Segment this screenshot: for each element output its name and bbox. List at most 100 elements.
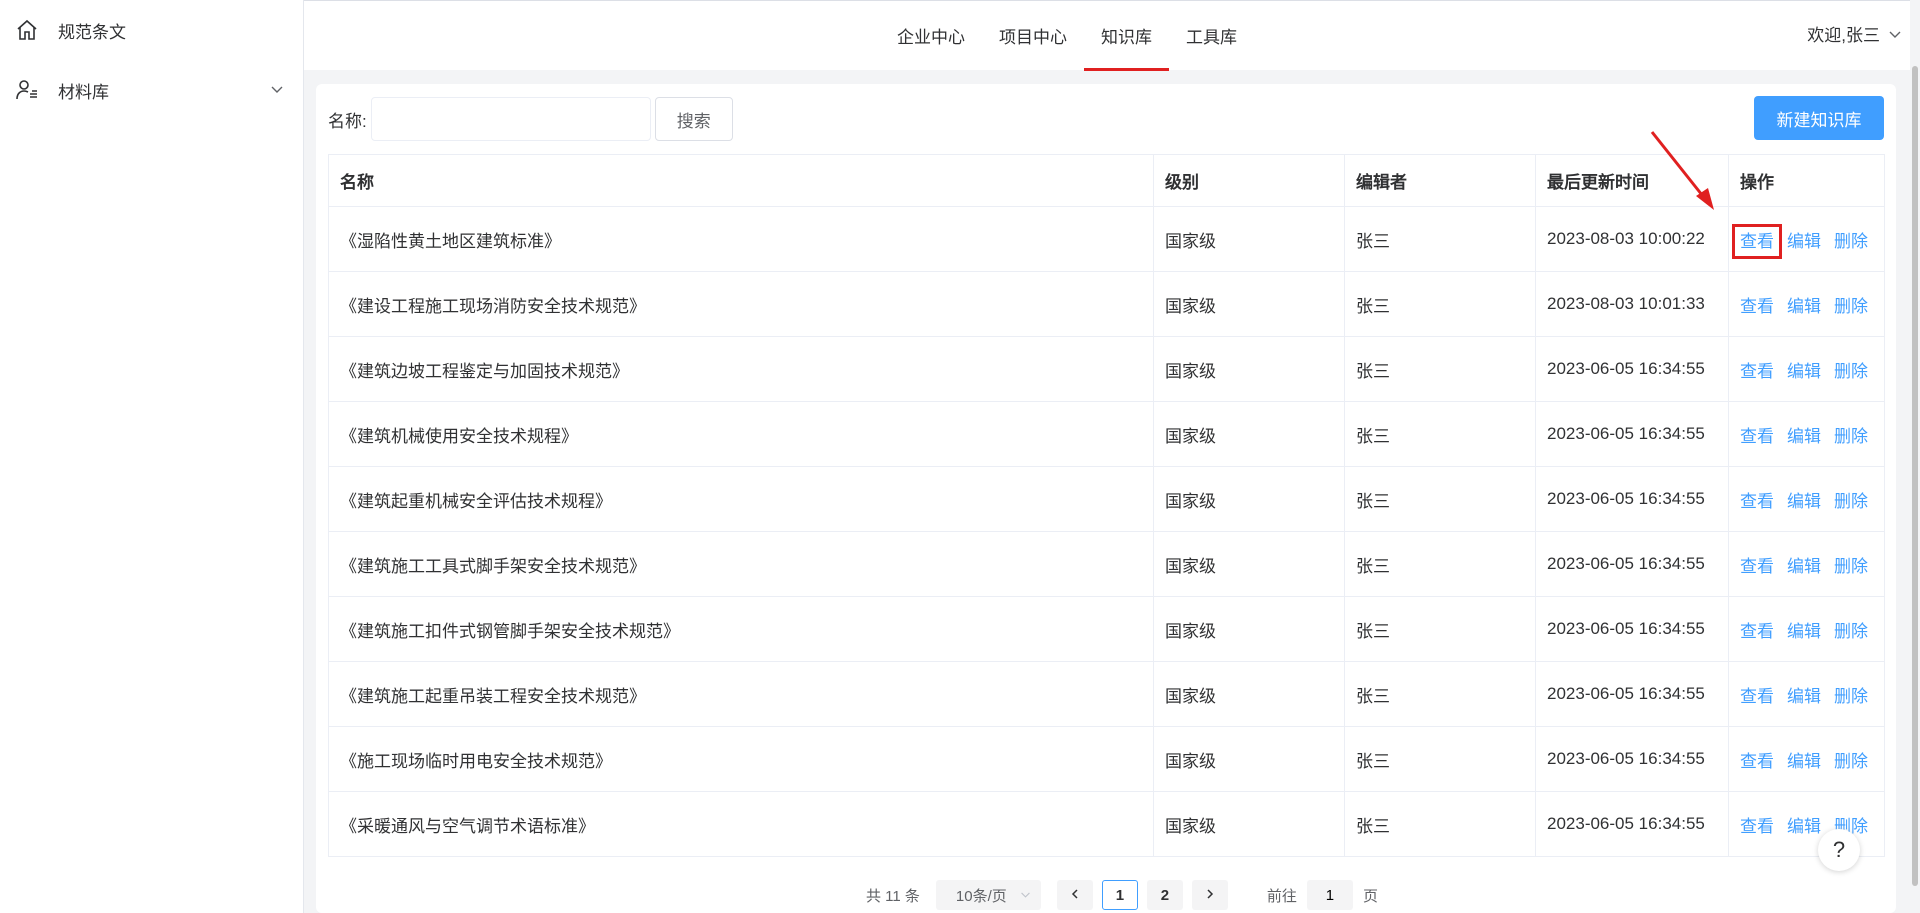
nav-project-center[interactable]: 项目中心 — [982, 1, 1084, 71]
search-label: 名称: — [328, 111, 367, 131]
cell-name: 《采暖通风与空气调节术语标准》 — [328, 791, 1154, 857]
nav-tool-library[interactable]: 工具库 — [1169, 1, 1254, 71]
user-list-icon — [14, 77, 40, 103]
view-link[interactable]: 查看 — [1740, 362, 1774, 381]
search-input[interactable] — [370, 97, 651, 141]
delete-link[interactable]: 删除 — [1834, 687, 1868, 706]
delete-link[interactable]: 删除 — [1834, 492, 1868, 511]
next-page-button[interactable] — [1191, 880, 1228, 910]
cell-updated: 2023-06-05 16:34:55 — [1535, 401, 1729, 467]
view-link[interactable]: 查看 — [1732, 223, 1782, 259]
edit-link[interactable]: 编辑 — [1787, 817, 1821, 836]
edit-link[interactable]: 编辑 — [1787, 622, 1821, 641]
delete-link[interactable]: 删除 — [1834, 427, 1868, 446]
table-row: 《建设工程施工现场消防安全技术规范》 国家级 张三 2023-08-03 10:01:… — [328, 271, 1885, 337]
sidebar-item-regulations[interactable]: 规范条文 — [0, 1, 304, 59]
sidebar: 规范条文 材料库 — [0, 0, 304, 913]
cell-actions: 查看 编辑 删除 — [1728, 596, 1885, 662]
page-button-1[interactable]: 1 — [1101, 880, 1138, 910]
cell-actions: 查看 编辑 删除 — [1728, 661, 1885, 727]
edit-link[interactable]: 编辑 — [1787, 362, 1821, 381]
delete-link[interactable]: 删除 — [1834, 557, 1868, 576]
cell-level: 国家级 — [1153, 791, 1345, 857]
pagination-total: 共 11 条 — [866, 887, 920, 905]
cell-editor: 张三 — [1344, 206, 1536, 272]
edit-link[interactable]: 编辑 — [1787, 752, 1821, 771]
cell-name: 《建筑边坡工程鉴定与加固技术规范》 — [328, 336, 1154, 402]
table-row: 《建筑施工工具式脚手架安全技术规范》 国家级 张三 2023-06-05 16:34:… — [328, 531, 1885, 597]
user-welcome-label: 欢迎,张三 — [1807, 26, 1880, 45]
delete-link[interactable]: 删除 — [1834, 622, 1868, 641]
cell-name: 《施工现场临时用电安全技术规范》 — [328, 726, 1154, 792]
chevron-down-icon — [1888, 0, 1902, 73]
cell-level: 国家级 — [1153, 596, 1345, 662]
goto-page: 前往 页 — [1267, 880, 1378, 910]
cell-updated: 2023-08-03 10:00:22 — [1535, 206, 1729, 272]
cell-actions: 查看 编辑 删除 — [1728, 531, 1885, 597]
view-link[interactable]: 查看 — [1740, 752, 1774, 771]
user-menu[interactable]: 欢迎,张三 — [1807, 1, 1902, 71]
table-row: 《采暖通风与空气调节术语标准》 国家级 张三 2023-06-05 16:34:55 查… — [328, 791, 1885, 857]
view-link[interactable]: 查看 — [1740, 622, 1774, 641]
prev-page-button[interactable] — [1056, 880, 1093, 910]
edit-link[interactable]: 编辑 — [1787, 557, 1821, 576]
edit-link[interactable]: 编辑 — [1787, 492, 1821, 511]
delete-link[interactable]: 删除 — [1834, 362, 1868, 381]
edit-link[interactable]: 编辑 — [1787, 232, 1821, 251]
cell-name: 《建设工程施工现场消防安全技术规范》 — [328, 271, 1154, 337]
page-button-2[interactable]: 2 — [1146, 880, 1183, 910]
cell-editor: 张三 — [1344, 336, 1536, 402]
edit-link[interactable]: 编辑 — [1787, 427, 1821, 446]
cell-updated: 2023-06-05 16:34:55 — [1535, 466, 1729, 532]
search-button[interactable]: 搜索 — [654, 97, 733, 141]
cell-actions: 查看 编辑 删除 — [1728, 401, 1885, 467]
view-link[interactable]: 查看 — [1740, 687, 1774, 706]
goto-page-input[interactable] — [1306, 880, 1353, 910]
cell-name: 《建筑施工起重吊装工程安全技术规范》 — [328, 661, 1154, 727]
cell-updated: 2023-06-05 16:34:55 — [1535, 661, 1729, 727]
sidebar-item-label: 材料库 — [58, 82, 109, 102]
cell-updated: 2023-06-05 16:34:55 — [1535, 791, 1729, 857]
page-size-select[interactable]: 10条/页 — [935, 880, 1041, 910]
cell-updated: 2023-06-05 16:34:55 — [1535, 596, 1729, 662]
help-button[interactable]: ? — [1818, 829, 1860, 871]
column-header-actions: 操作 — [1728, 154, 1885, 207]
chevron-down-icon[interactable] — [270, 82, 284, 101]
table-row: 《建筑施工扣件式钢管脚手架安全技术规范》 国家级 张三 2023-06-05 16:3… — [328, 596, 1885, 662]
table-row: 《建筑边坡工程鉴定与加固技术规范》 国家级 张三 2023-06-05 16:34:5… — [328, 336, 1885, 402]
cell-editor: 张三 — [1344, 466, 1536, 532]
delete-link[interactable]: 删除 — [1834, 752, 1868, 771]
view-link[interactable]: 查看 — [1740, 557, 1774, 576]
delete-link[interactable]: 删除 — [1834, 297, 1868, 316]
chevron-left-icon — [1069, 887, 1081, 904]
view-link[interactable]: 查看 — [1740, 817, 1774, 836]
sidebar-item-materials[interactable]: 材料库 — [0, 61, 304, 119]
chevron-right-icon — [1204, 887, 1216, 904]
cell-level: 国家级 — [1153, 726, 1345, 792]
cell-level: 国家级 — [1153, 661, 1345, 727]
cell-level: 国家级 — [1153, 336, 1345, 402]
sidebar-item-label: 规范条文 — [58, 22, 126, 42]
nav-knowledge-base[interactable]: 知识库 — [1084, 1, 1169, 71]
view-link[interactable]: 查看 — [1740, 492, 1774, 511]
new-knowledge-base-button[interactable]: 新建知识库 — [1754, 96, 1884, 140]
column-header-level: 级别 — [1153, 154, 1345, 207]
chevron-down-icon — [1020, 887, 1031, 904]
cell-editor: 张三 — [1344, 531, 1536, 597]
cell-name: 《建筑起重机械安全评估技术规程》 — [328, 466, 1154, 532]
delete-link[interactable]: 删除 — [1834, 232, 1868, 251]
cell-updated: 2023-06-05 16:34:55 — [1535, 336, 1729, 402]
cell-updated: 2023-06-05 16:34:55 — [1535, 726, 1729, 792]
edit-link[interactable]: 编辑 — [1787, 297, 1821, 316]
cell-actions: 查看 编辑 删除 — [1728, 271, 1885, 337]
table-row: 《建筑机械使用安全技术规程》 国家级 张三 2023-06-05 16:34:55 查看… — [328, 401, 1885, 467]
scrollbar[interactable] — [1910, 0, 1920, 913]
cell-updated: 2023-06-05 16:34:55 — [1535, 531, 1729, 597]
goto-suffix: 页 — [1362, 887, 1378, 905]
view-link[interactable]: 查看 — [1740, 297, 1774, 316]
column-header-name: 名称 — [328, 154, 1154, 207]
edit-link[interactable]: 编辑 — [1787, 687, 1821, 706]
nav-enterprise-center[interactable]: 企业中心 — [880, 1, 982, 71]
scrollbar-thumb[interactable] — [1912, 66, 1918, 886]
view-link[interactable]: 查看 — [1740, 427, 1774, 446]
